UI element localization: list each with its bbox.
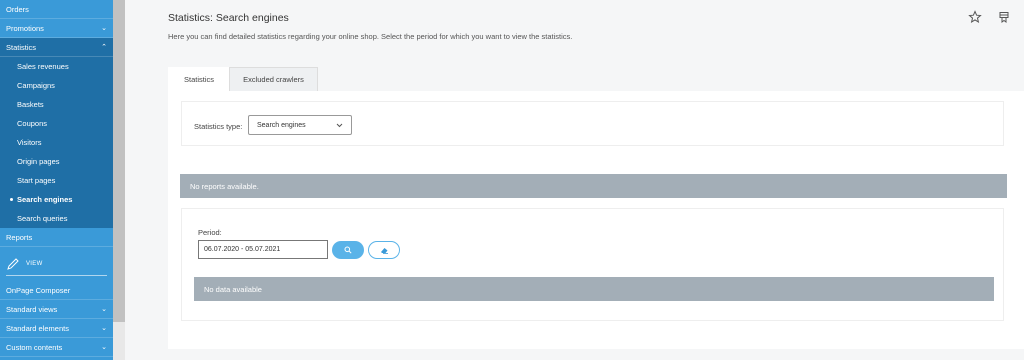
sidebar-item-visitors[interactable]: Visitors bbox=[0, 133, 113, 152]
sidebar-item-label: Standard elements bbox=[6, 323, 69, 333]
sidebar-item-label: Promotions bbox=[6, 23, 44, 33]
sidebar-item-coupons[interactable]: Coupons bbox=[0, 114, 113, 133]
sidebar-item-custom-contents[interactable]: Custom contents ⌄ bbox=[0, 338, 113, 357]
filter-card: Statistics type: Search engines bbox=[181, 101, 1004, 146]
sidebar-item-orders[interactable]: Orders bbox=[0, 0, 113, 19]
eraser-icon bbox=[380, 248, 388, 254]
no-reports-message: No reports available. bbox=[180, 174, 1007, 198]
tab-panel: Statistics type: Search engines No repor… bbox=[168, 91, 1024, 349]
sidebar-view-section: VIEW bbox=[0, 247, 113, 281]
page-description: Here you can find detailed statistics re… bbox=[168, 32, 573, 41]
sidebar-item-baskets[interactable]: Baskets bbox=[0, 95, 113, 114]
sidebar-item-reports[interactable]: Reports bbox=[0, 228, 113, 247]
sidebar-item-standard-views[interactable]: Standard views ⌄ bbox=[0, 300, 113, 319]
search-button[interactable] bbox=[332, 241, 364, 259]
sidebar-item-search-queries[interactable]: Search queries bbox=[0, 209, 113, 228]
chevron-down-icon: ⌄ bbox=[101, 25, 107, 32]
period-card: Period: 06.07.2020 - 05.07.2021 No data … bbox=[181, 208, 1004, 321]
statistics-type-select[interactable]: Search engines bbox=[248, 115, 352, 135]
clear-button[interactable] bbox=[368, 241, 400, 259]
star-icon[interactable] bbox=[968, 10, 982, 24]
sidebar-item-label: Custom contents bbox=[6, 342, 63, 352]
sidebar-scrollbar-thumb[interactable] bbox=[113, 0, 125, 322]
chevron-down-icon: ⌄ bbox=[101, 325, 107, 332]
sidebar-item-sales-revenues[interactable]: Sales revenues bbox=[0, 57, 113, 76]
sidebar-item-search-engines[interactable]: Search engines bbox=[0, 190, 113, 209]
sidebar-item-promotions[interactable]: Promotions ⌄ bbox=[0, 19, 113, 38]
chevron-up-icon: ⌃ bbox=[101, 44, 107, 51]
period-label: Period: bbox=[198, 228, 222, 237]
chevron-down-icon: ⌄ bbox=[101, 306, 107, 313]
search-icon bbox=[344, 246, 352, 254]
statistics-type-value: Search engines bbox=[257, 121, 306, 129]
sidebar: Orders Promotions ⌄ Statistics ⌃ Sales r… bbox=[0, 0, 113, 360]
tab-bar: Statistics Excluded crawlers bbox=[168, 67, 318, 91]
chevron-down-icon bbox=[336, 123, 343, 127]
no-data-message: No data available bbox=[194, 277, 994, 301]
period-input[interactable]: 06.07.2020 - 05.07.2021 bbox=[198, 240, 328, 259]
sidebar-submenu-statistics: Sales revenues Campaigns Baskets Coupons… bbox=[0, 57, 113, 228]
sidebar-item-label: OnPage Composer bbox=[6, 285, 71, 295]
main-content: Statistics: Search engines Here you can … bbox=[125, 0, 1024, 360]
sidebar-item-origin-pages[interactable]: Origin pages bbox=[0, 152, 113, 171]
sidebar-item-statistics[interactable]: Statistics ⌃ bbox=[0, 38, 113, 57]
sidebar-item-onpage-composer[interactable]: OnPage Composer bbox=[0, 281, 113, 300]
sidebar-section-label: VIEW bbox=[26, 261, 43, 267]
sidebar-item-label: Statistics bbox=[6, 42, 37, 52]
bookmark-icon[interactable] bbox=[997, 10, 1011, 24]
sidebar-item-label: Reports bbox=[6, 232, 33, 242]
sidebar-item-standard-elements[interactable]: Standard elements ⌄ bbox=[0, 319, 113, 338]
sidebar-item-start-pages[interactable]: Start pages bbox=[0, 171, 113, 190]
sidebar-item-campaigns[interactable]: Campaigns bbox=[0, 76, 113, 95]
tab-excluded-crawlers[interactable]: Excluded crawlers bbox=[229, 67, 318, 91]
sidebar-item-label: Orders bbox=[6, 4, 29, 14]
statistics-type-label: Statistics type: bbox=[194, 122, 243, 131]
sidebar-item-label: Standard views bbox=[6, 304, 58, 314]
page-title: Statistics: Search engines bbox=[168, 12, 289, 24]
pencil-icon bbox=[7, 258, 19, 270]
chevron-down-icon: ⌄ bbox=[101, 344, 107, 351]
tab-statistics[interactable]: Statistics bbox=[168, 67, 230, 91]
